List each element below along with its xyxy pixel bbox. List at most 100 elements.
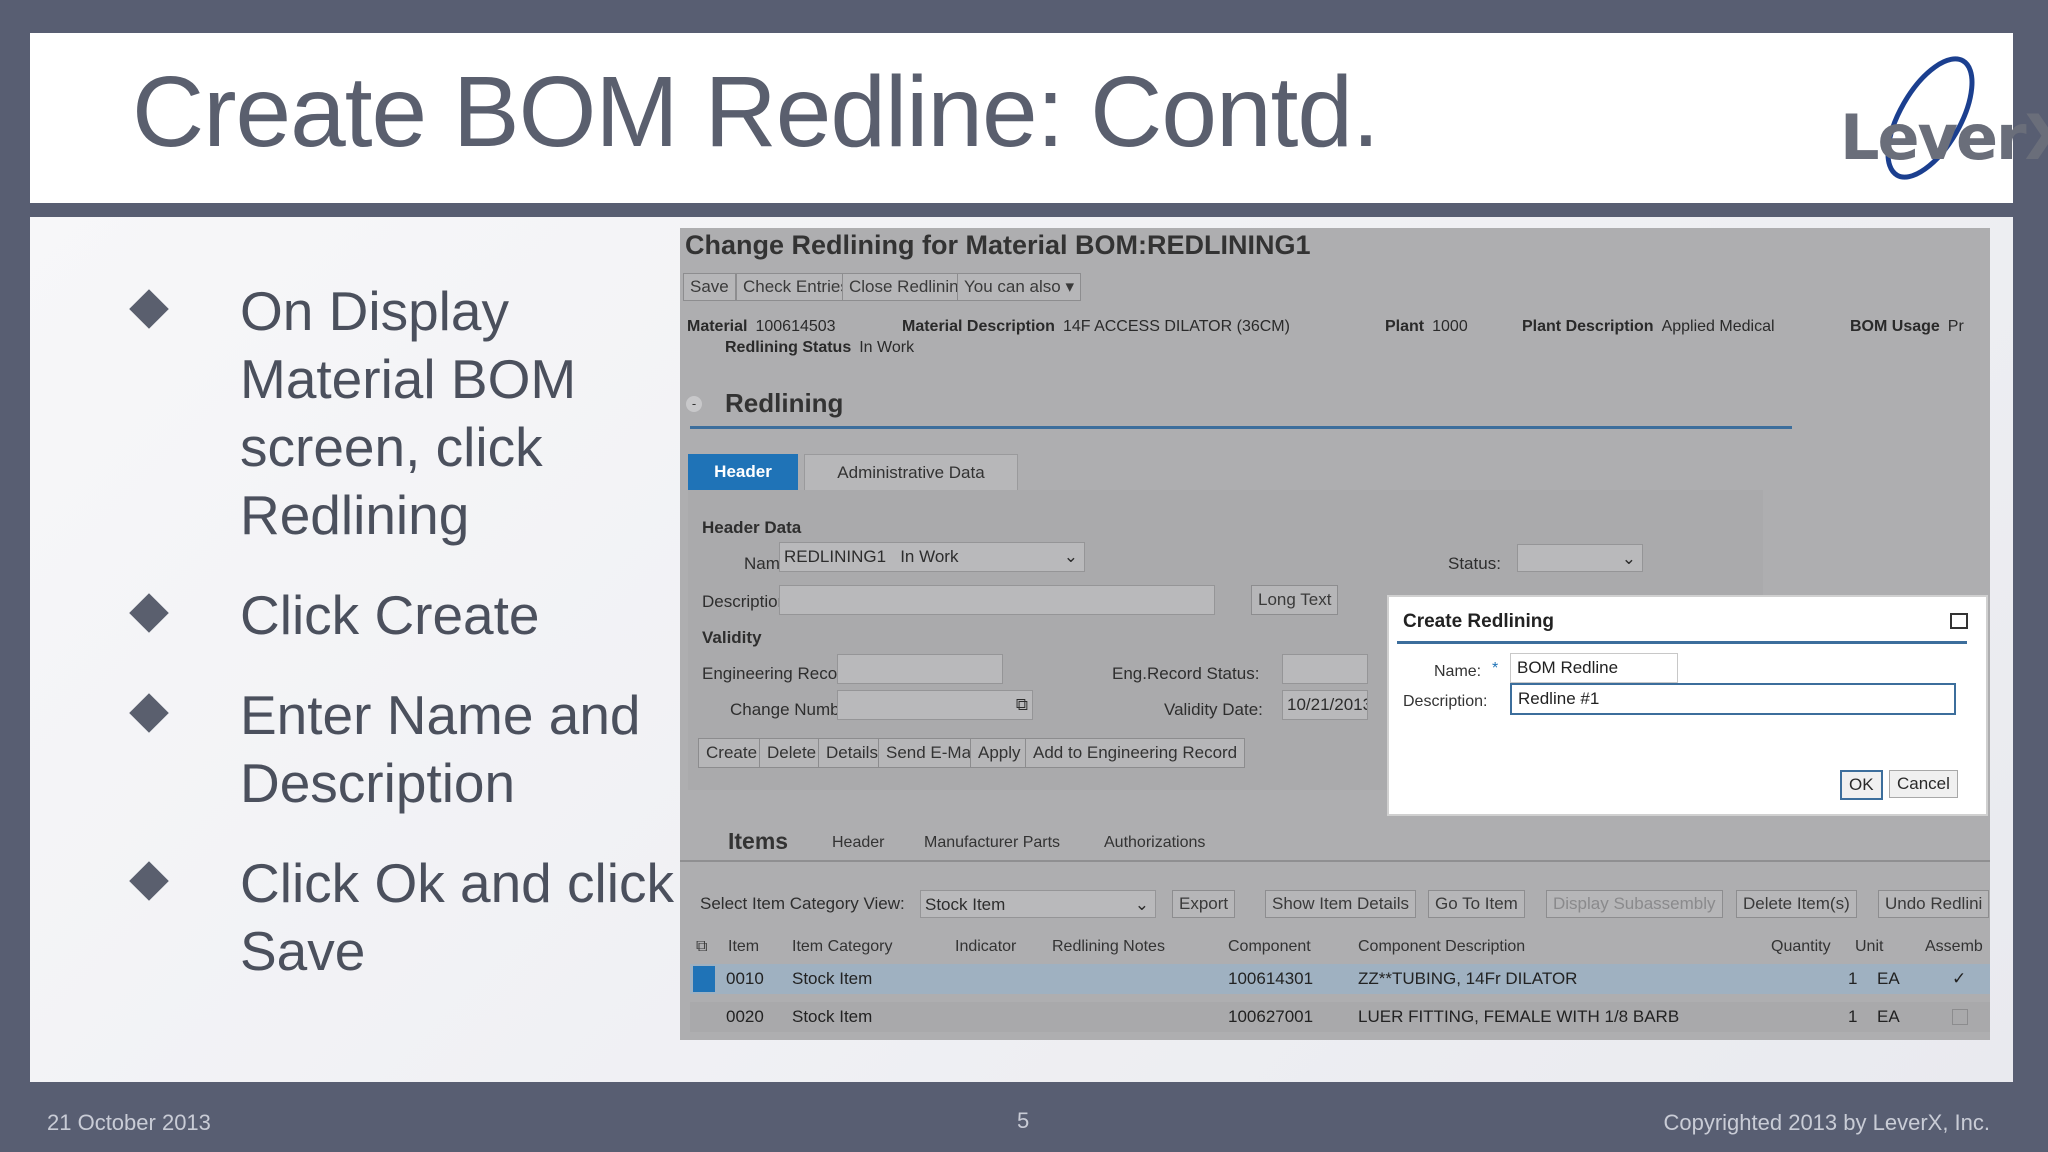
you-can-also-button[interactable]: You can also ▾ xyxy=(957,273,1082,301)
status-label: Status: xyxy=(1448,554,1501,573)
dialog-description-label: Description: xyxy=(1403,693,1488,710)
validity-heading: Validity xyxy=(702,628,762,647)
footer-copyright: Copyrighted 2013 by LeverX, Inc. xyxy=(1663,1110,1990,1135)
tab-manufacturer-parts[interactable]: Manufacturer Parts xyxy=(924,834,1060,852)
sap-window-title: Change Redlining for Material BOM:REDLIN… xyxy=(685,230,1311,260)
material-description-info: Material Description 14F ACCESS DILATOR (… xyxy=(902,318,1290,335)
delete-button[interactable]: Delete xyxy=(759,738,825,768)
dialog-name-label: Name: xyxy=(1434,663,1482,680)
dialog-title: Create Redlining xyxy=(1403,611,1554,632)
apply-button[interactable]: Apply xyxy=(970,738,1029,768)
table-row[interactable]: 0010 Stock Item 100614301 ZZ**TUBING, 14… xyxy=(690,964,1990,994)
row-category: Stock Item xyxy=(792,969,873,988)
page-number: 5 xyxy=(1017,1108,1030,1133)
header-data-heading: Header Data xyxy=(702,518,802,537)
details-button[interactable]: Details xyxy=(818,738,886,768)
material-info: Material 100614503 xyxy=(687,318,836,335)
export-button[interactable]: Export xyxy=(1172,890,1236,918)
chevron-down-icon: ⌄ xyxy=(1063,547,1078,566)
bullet-text: On Display Material BOM screen, click Re… xyxy=(240,280,577,546)
col-indicator: Indicator xyxy=(955,938,1017,955)
assembly-checkbox-icon[interactable] xyxy=(1952,1009,1968,1025)
slide-title: Create BOM Redline: Contd. xyxy=(132,56,1380,168)
dropdown-arrow-icon: ▾ xyxy=(1065,277,1075,296)
row-quantity: 1 xyxy=(1848,969,1858,988)
section-divider xyxy=(690,426,1792,429)
cancel-button[interactable]: Cancel xyxy=(1889,770,1958,798)
row-selector[interactable] xyxy=(693,966,715,992)
footer-date: 21 October 2013 xyxy=(47,1110,211,1135)
row-quantity: 1 xyxy=(1848,1007,1858,1026)
value-help-icon[interactable]: ⧉ xyxy=(1016,691,1028,719)
required-indicator-icon: * xyxy=(1492,660,1499,677)
plant-description-info: Plant Description Applied Medical xyxy=(1522,318,1775,335)
select-all-icon[interactable]: ⧉ xyxy=(696,938,707,956)
collapse-icon[interactable]: - xyxy=(686,396,702,412)
row-component: 100627001 xyxy=(1228,1007,1314,1026)
maximize-icon[interactable] xyxy=(1950,613,1968,629)
create-button[interactable]: Create xyxy=(698,738,766,768)
bullet-item: Click Create xyxy=(129,581,715,649)
diamond-bullet-icon xyxy=(129,861,169,901)
col-component-description: Component Description xyxy=(1358,938,1526,955)
dialog-description-field[interactable]: Redline #1 xyxy=(1510,683,1956,715)
col-item: Item xyxy=(728,938,760,955)
tab-authorizations[interactable]: Authorizations xyxy=(1104,834,1205,852)
redlining-section-title: Redlining xyxy=(725,388,844,418)
row-component: 100614301 xyxy=(1228,969,1314,988)
bullet-list: On Display Material BOM screen, click Re… xyxy=(129,277,715,1017)
bullet-item: Enter Name and Description xyxy=(129,681,715,817)
eng-record-status-field[interactable] xyxy=(1282,654,1368,684)
row-item: 0020 xyxy=(726,1007,764,1026)
bom-usage-info: BOM Usage Pr xyxy=(1850,318,1964,335)
table-row[interactable]: 0020 Stock Item 100627001 LUER FITTING, … xyxy=(690,1002,1990,1032)
row-unit: EA xyxy=(1877,1007,1900,1026)
go-to-item-button[interactable]: Go To Item xyxy=(1428,890,1525,918)
you-can-also-label: You can also xyxy=(964,277,1061,296)
assembly-checkbox-icon[interactable]: ✓ xyxy=(1952,964,1966,994)
save-button[interactable]: Save xyxy=(683,273,736,301)
bullet-text: Click Create xyxy=(240,584,540,646)
row-unit: EA xyxy=(1877,969,1900,988)
add-to-engineering-record-button[interactable]: Add to Engineering Record xyxy=(1025,738,1246,768)
dialog-name-field[interactable]: BOM Redline xyxy=(1510,653,1678,683)
undo-redlining-button[interactable]: Undo Redlini xyxy=(1878,890,1990,918)
tab-administrative-data[interactable]: Administrative Data xyxy=(804,454,1018,492)
col-component: Component xyxy=(1228,938,1311,955)
item-category-view-select[interactable]: Stock Item ⌄ xyxy=(920,890,1156,918)
close-redlining-button[interactable]: Close Redlining xyxy=(842,273,976,301)
long-text-button[interactable]: Long Text xyxy=(1251,585,1339,615)
show-item-details-button[interactable]: Show Item Details xyxy=(1265,890,1416,918)
items-divider xyxy=(680,860,1990,862)
col-quantity: Quantity xyxy=(1771,938,1831,955)
status-select[interactable]: ⌄ xyxy=(1517,544,1643,572)
bullet-text: Click Ok and click Save xyxy=(240,852,674,982)
row-category: Stock Item xyxy=(792,1007,873,1026)
slide-header: Create BOM Redline: Contd. LeverX xyxy=(30,33,2048,203)
tab-items[interactable]: Items xyxy=(728,828,788,855)
name-select[interactable]: REDLINING1 In Work ⌄ xyxy=(779,542,1085,572)
col-assembly: Assemb xyxy=(1925,938,1983,955)
engineering-record-field[interactable] xyxy=(837,654,1003,684)
description-field[interactable] xyxy=(779,585,1215,615)
bullet-item: Click Ok and click Save xyxy=(129,849,715,985)
tab-items-header[interactable]: Header xyxy=(832,834,884,852)
validity-date-field[interactable]: 10/21/2013 xyxy=(1282,690,1368,720)
redlining-status-info: Redlining Status In Work xyxy=(725,339,915,356)
validity-date-label: Validity Date: xyxy=(1164,700,1263,719)
ok-button[interactable]: OK xyxy=(1840,770,1883,800)
sap-screenshot: Change Redlining for Material BOM:REDLIN… xyxy=(680,228,1990,1040)
delete-items-button[interactable]: Delete Item(s) xyxy=(1736,890,1857,918)
eng-record-status-label: Eng.Record Status: xyxy=(1112,664,1260,683)
display-subassembly-button[interactable]: Display Subassembly xyxy=(1546,890,1723,918)
change-number-field[interactable]: ⧉ xyxy=(837,690,1033,720)
row-item: 0010 xyxy=(726,969,764,988)
item-category-view-label: Select Item Category View: xyxy=(700,894,905,913)
create-redlining-dialog: Create Redlining Name: * BOM Redline Des… xyxy=(1387,595,1988,816)
plant-info: Plant 1000 xyxy=(1385,318,1468,335)
col-redlining-notes: Redlining Notes xyxy=(1052,938,1165,955)
check-entries-button[interactable]: Check Entries xyxy=(736,273,856,301)
diamond-bullet-icon xyxy=(129,593,169,633)
tab-header[interactable]: Header xyxy=(688,454,798,490)
dialog-divider xyxy=(1397,641,1967,644)
